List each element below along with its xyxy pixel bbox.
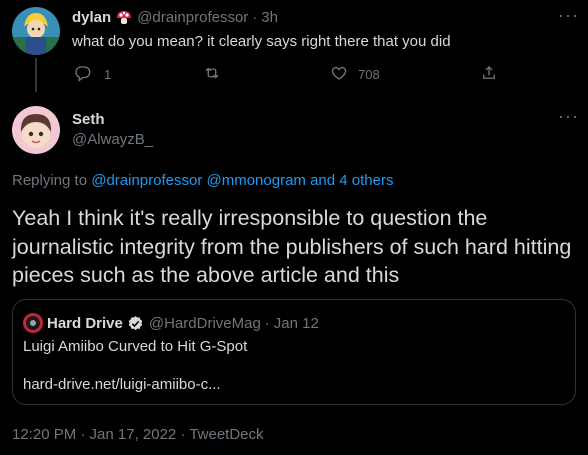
retweet-icon — [203, 64, 221, 85]
quoted-tweet-header: Hard Drive @HardDriveMag · Jan 12 — [23, 313, 319, 333]
verified-badge-icon — [127, 315, 144, 332]
dylan-display-name[interactable]: dylan — [72, 9, 111, 26]
tweet-timestamp[interactable]: 12:20 PM · Jan 17, 2022 · TweetDeck — [12, 426, 264, 443]
hard-drive-display-name: Hard Drive — [47, 314, 123, 332]
share-button[interactable] — [480, 64, 498, 85]
thread-line — [35, 58, 37, 92]
parent-tweet-text: what do you mean? it clearly says right … — [72, 33, 451, 50]
quoted-tweet-link[interactable]: hard-drive.net/luigi-amiibo-c... — [23, 376, 221, 393]
replying-to-targets[interactable]: @drainprofessor @mmonogram and 4 others — [91, 172, 393, 189]
quoted-tweet-text: Luigi Amiibo Curved to Hit G-Spot — [23, 338, 248, 355]
seth-avatar[interactable] — [12, 106, 60, 154]
seth-handle[interactable]: @AlwayzB_ — [72, 131, 153, 148]
hard-drive-avatar — [23, 313, 43, 333]
dot-separator: · — [252, 9, 258, 26]
dylan-handle[interactable]: @drainprofessor — [137, 9, 248, 26]
parent-more-icon[interactable]: ··· — [558, 6, 579, 24]
reply-count: 1 — [104, 67, 112, 82]
main-more-icon[interactable]: ··· — [558, 107, 579, 125]
like-count: 708 — [358, 67, 380, 82]
quoted-tweet-card[interactable]: Hard Drive @HardDriveMag · Jan 12 Luigi … — [12, 299, 576, 405]
share-icon — [480, 64, 498, 85]
replying-to: Replying to @drainprofessor @mmonogram a… — [12, 172, 393, 189]
parent-tweet-header: dylan @drainprofessor · 3h — [72, 9, 278, 26]
reply-button[interactable]: 1 — [74, 64, 111, 85]
quoted-tweet-time: Jan 12 — [273, 314, 319, 332]
reply-icon — [74, 64, 92, 85]
main-tweet-text: Yeah I think it's really irresponsible t… — [12, 206, 572, 287]
quoted-dot-separator: · — [264, 314, 270, 332]
seth-display-name[interactable]: Seth — [72, 111, 105, 128]
replying-to-label: Replying to — [12, 172, 88, 189]
mushroom-icon — [116, 10, 132, 26]
like-button[interactable]: 708 — [330, 64, 380, 85]
dylan-avatar[interactable] — [12, 7, 60, 55]
parent-tweet-time[interactable]: 3h — [261, 9, 278, 26]
like-icon — [330, 64, 348, 85]
retweet-button[interactable] — [203, 64, 221, 85]
hard-drive-handle: @HardDriveMag — [148, 314, 261, 332]
